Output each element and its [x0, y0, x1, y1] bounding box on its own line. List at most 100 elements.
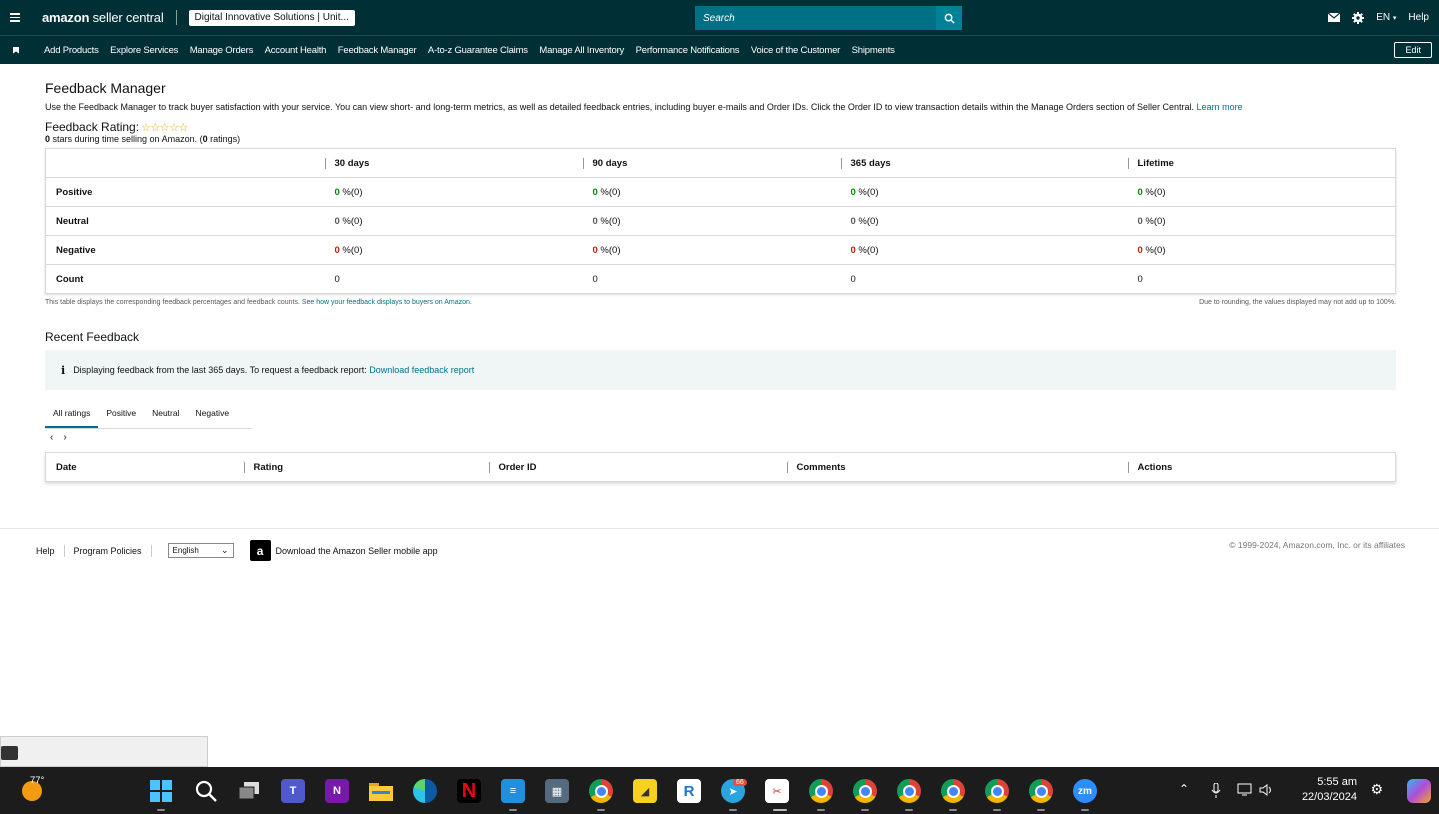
clock-time: 5:55 am	[1317, 776, 1357, 788]
onenote-icon[interactable]: N	[325, 779, 349, 803]
header-365-days: 365 days	[840, 148, 1128, 178]
metric-cell: 0 %(0)	[840, 177, 1128, 207]
recent-header-row: Date Rating Order ID Comments Actions	[46, 453, 1396, 482]
rating-label: Feedback Rating:	[45, 120, 140, 134]
windows-start-icon[interactable]	[149, 779, 173, 803]
nav-shipments[interactable]: Shipments	[852, 45, 895, 56]
tab-positive[interactable]: Positive	[98, 404, 144, 428]
chrome-profile-icon[interactable]	[941, 779, 965, 803]
ratings-text: ratings)	[207, 134, 241, 144]
rd-client-icon[interactable]: R	[677, 779, 701, 803]
taskbar-indicator	[729, 809, 737, 811]
chevron-left-icon[interactable]: ‹	[50, 432, 53, 443]
file-explorer-icon[interactable]	[369, 779, 393, 803]
metric-suffix: %(0)	[339, 215, 363, 227]
netflix-icon[interactable]: N	[457, 779, 481, 803]
table-note-left: This table displays the corresponding fe…	[45, 299, 472, 306]
network-icon[interactable]	[1237, 783, 1253, 797]
camera-preview[interactable]	[0, 736, 208, 767]
teams-icon[interactable]: T	[281, 779, 305, 803]
nav-feedback-manager[interactable]: Feedback Manager	[338, 45, 417, 56]
edit-bookmarks-button[interactable]: Edit	[1394, 42, 1432, 58]
mail-icon[interactable]	[1328, 13, 1341, 22]
stars-text: stars during time selling on Amazon. (	[50, 134, 203, 144]
bookmark-bar: Add Products Explore Services Manage Ord…	[0, 35, 1439, 64]
microphone-icon[interactable]	[1211, 783, 1221, 799]
nav-manage-inventory[interactable]: Manage All Inventory	[539, 45, 624, 56]
column-date[interactable]: Date	[46, 453, 244, 482]
calculator-icon[interactable]: ▦	[545, 779, 569, 803]
volume-icon[interactable]	[1259, 784, 1275, 796]
metrics-row-negative: Negative 0 %(0) 0 %(0) 0 %(0) 0 %(0)	[45, 235, 1396, 265]
notepad-icon[interactable]: ≡	[501, 779, 525, 803]
learn-more-link[interactable]: Learn more	[1197, 102, 1243, 112]
chrome-icon[interactable]	[589, 779, 613, 803]
search-input[interactable]: Search	[695, 6, 936, 30]
chrome-profile-icon[interactable]	[809, 779, 833, 803]
edge-icon[interactable]	[413, 779, 437, 803]
header-90-days: 90 days	[582, 148, 841, 178]
nav-add-products[interactable]: Add Products	[44, 45, 99, 56]
account-selector[interactable]: Digital Innovative Solutions | Unit...	[188, 9, 355, 26]
bookmark-icon[interactable]	[0, 46, 32, 54]
task-view-icon[interactable]	[237, 779, 261, 803]
chrome-profile-icon[interactable]	[897, 779, 921, 803]
zoom-icon[interactable]: zm	[1073, 779, 1097, 803]
metric-cell: 0	[840, 264, 1128, 294]
menu-icon[interactable]	[0, 13, 30, 22]
footer-divider	[63, 544, 65, 557]
chevron-up-icon[interactable]: ⌃	[1179, 782, 1189, 796]
taskbar: 77° T N N ≡ ▦ ◢ R ➤ 66 ✂ zm ⌃ 5:55 am 22…	[0, 767, 1439, 814]
nav-explore-services[interactable]: Explore Services	[110, 45, 178, 56]
row-label: Positive	[45, 177, 325, 207]
search-bar: Search	[695, 6, 962, 30]
metric-suffix: %(0)	[1142, 215, 1166, 227]
chrome-profile-icon[interactable]	[985, 779, 1009, 803]
footer-help-link[interactable]: Help	[36, 546, 55, 556]
taskbar-indicator	[1037, 809, 1045, 811]
column-order-id[interactable]: Order ID	[488, 453, 787, 482]
tab-negative[interactable]: Negative	[188, 404, 238, 428]
gear-icon[interactable]	[1352, 11, 1365, 24]
tab-all-ratings[interactable]: All ratings	[45, 404, 99, 428]
search-button[interactable]	[936, 6, 962, 30]
sticky-notes-icon[interactable]: ◢	[633, 779, 657, 803]
nav-a-to-z-claims[interactable]: A-to-z Guarantee Claims	[428, 45, 528, 56]
info-message: Displaying feedback from the last 365 da…	[73, 365, 474, 375]
seller-central-logo[interactable]: amazon seller central	[42, 10, 177, 25]
chevron-right-icon[interactable]: ›	[63, 432, 66, 443]
chrome-profile-icon[interactable]	[853, 779, 877, 803]
column-rating[interactable]: Rating	[243, 453, 489, 482]
help-link[interactable]: Help	[1408, 12, 1429, 23]
language-selector[interactable]: EN ▾	[1376, 12, 1396, 23]
nav-manage-orders[interactable]: Manage Orders	[190, 45, 254, 56]
metric-cell: 0	[324, 264, 583, 294]
weather-widget[interactable]: 77°	[20, 775, 46, 801]
metric-cell: 0 %(0)	[1127, 235, 1396, 265]
nav-voice-of-customer[interactable]: Voice of the Customer	[751, 45, 840, 56]
snipping-tool-icon[interactable]: ✂	[765, 779, 789, 803]
clock[interactable]: 5:55 am 22/03/2024	[1302, 775, 1357, 805]
caret-down-icon: ▾	[1392, 15, 1397, 22]
program-policies-link[interactable]: Program Policies	[74, 546, 142, 556]
copyright: © 1999-2024, Amazon.com, Inc. or its aff…	[1229, 540, 1405, 550]
copilot-icon[interactable]	[1407, 779, 1431, 803]
chrome-profile-icon[interactable]	[1029, 779, 1053, 803]
notifications-icon[interactable]: ⚙	[1370, 781, 1383, 798]
taskbar-indicator	[861, 809, 869, 811]
nav-account-health[interactable]: Account Health	[265, 45, 327, 56]
buyer-display-link[interactable]: See how your feedback displays to buyers…	[302, 299, 472, 306]
language-label: EN	[1376, 12, 1391, 23]
telegram-badge: 66	[733, 779, 747, 786]
amazon-app-icon[interactable]: a	[249, 540, 271, 561]
taskbar-indicator	[817, 809, 825, 811]
download-report-link[interactable]: Download feedback report	[369, 365, 474, 375]
stars-summary: 0 stars during time selling on Amazon. (…	[45, 134, 1396, 144]
footer-language-select[interactable]: English ⌄	[167, 543, 234, 558]
top-bar: amazon seller central Digital Innovative…	[0, 0, 1439, 35]
nav-performance-notifications[interactable]: Performance Notifications	[636, 45, 740, 56]
tab-neutral[interactable]: Neutral	[144, 404, 187, 428]
search-icon[interactable]	[194, 779, 218, 803]
download-app-link[interactable]: Download the Amazon Seller mobile app	[276, 546, 438, 556]
metric-cell: 0 %(0)	[840, 235, 1128, 265]
